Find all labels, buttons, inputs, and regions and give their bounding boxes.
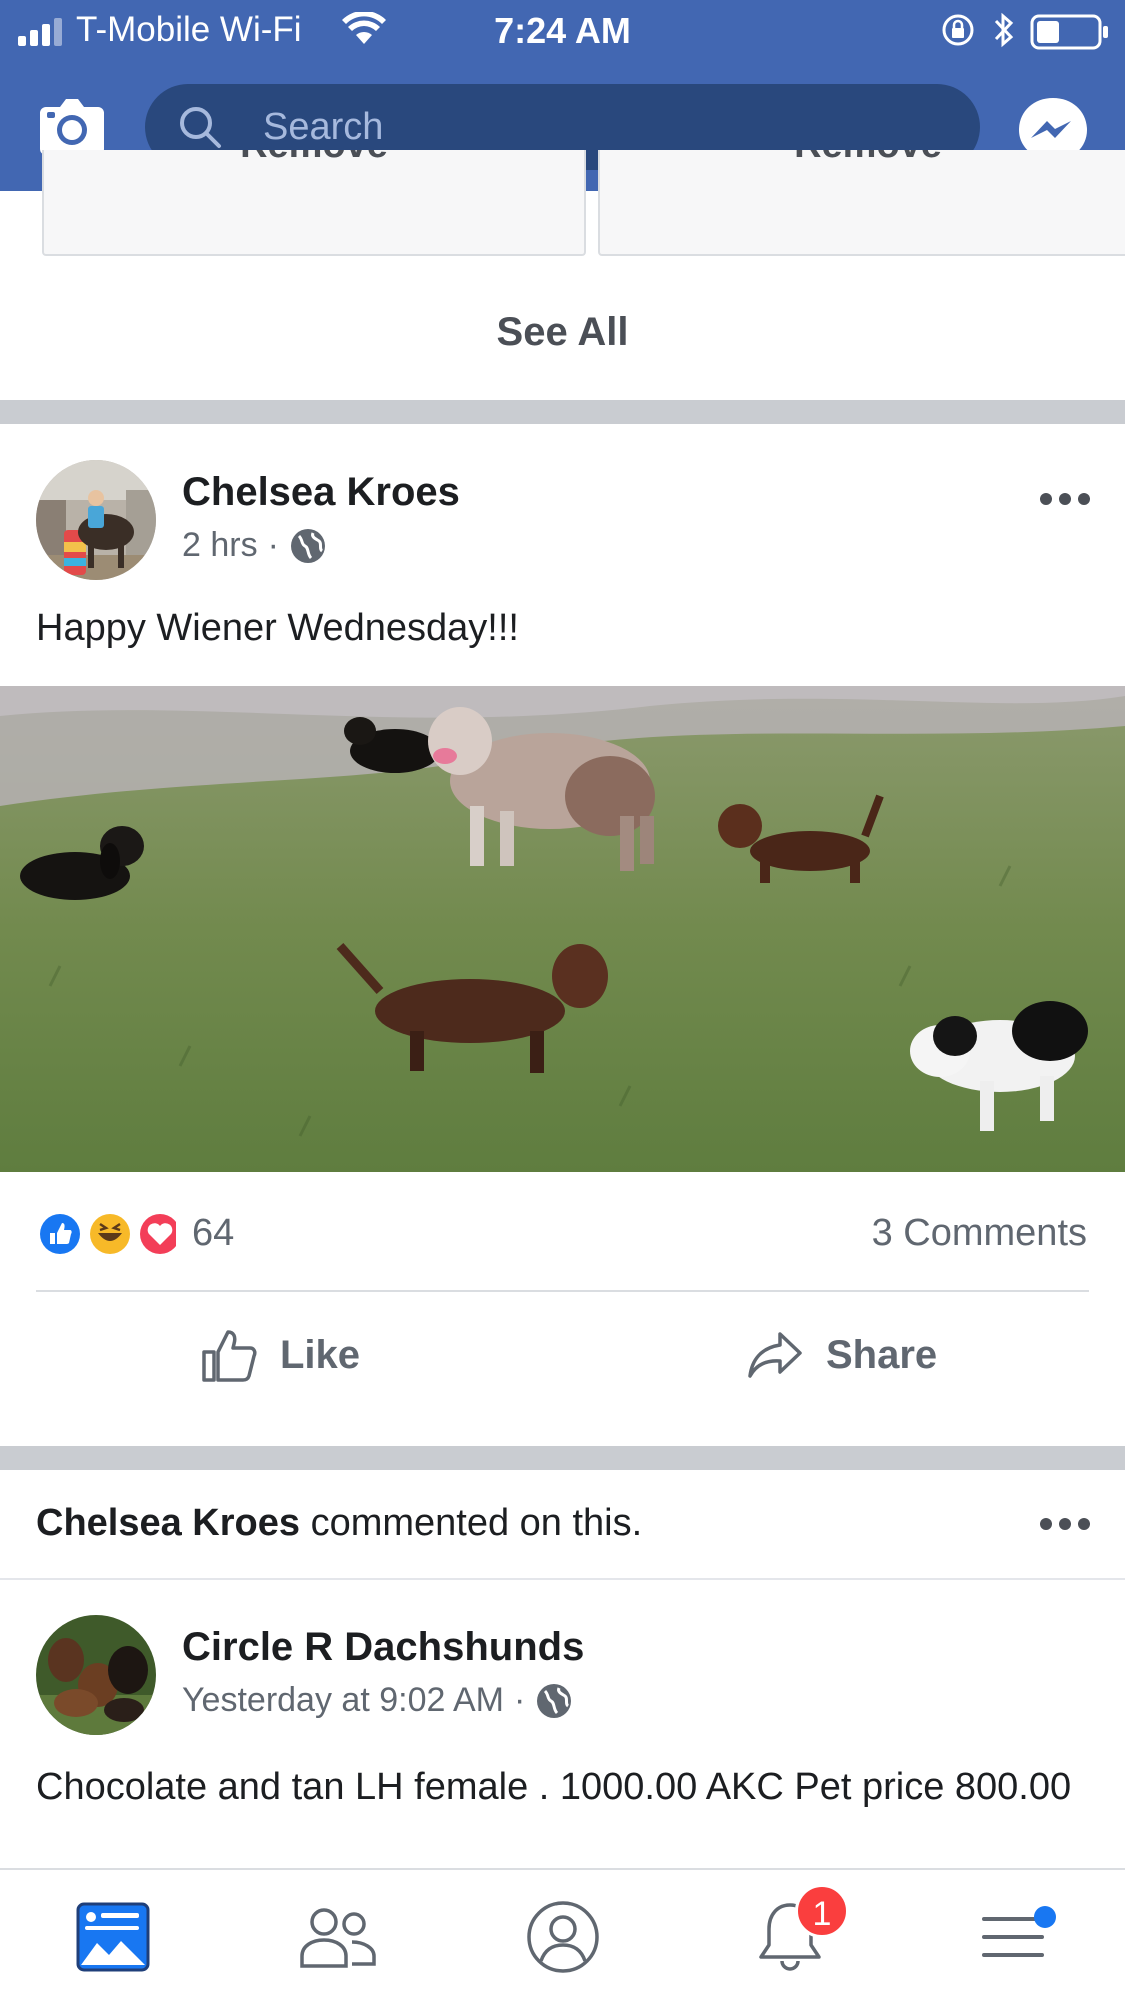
- bottom-tab-bar: 1: [0, 1868, 1125, 2001]
- more-options-icon[interactable]: [1040, 1518, 1090, 1530]
- globe-icon: [537, 1683, 572, 1718]
- rotation-lock-icon: [942, 14, 974, 46]
- post-text: Happy Wiener Wednesday!!!: [36, 607, 519, 649]
- post-timestamp[interactable]: 2 hrs: [182, 526, 258, 565]
- post-text: Chocolate and tan LH female . 1000.00 AK…: [36, 1766, 1072, 1808]
- remove-button[interactable]: Remove: [44, 150, 584, 167]
- post-meta: Yesterday at 9:02 AM ·: [182, 1681, 573, 1720]
- post-author-name[interactable]: Chelsea Kroes: [182, 470, 460, 515]
- friends-icon: [300, 1908, 376, 1968]
- see-all-button[interactable]: See All: [0, 310, 1125, 355]
- profile-icon: [527, 1901, 599, 1973]
- reaction-icons[interactable]: [36, 1209, 183, 1259]
- meta-separator: ·: [513, 1681, 526, 1719]
- tab-news-feed[interactable]: [68, 1892, 158, 1982]
- meta-separator: ·: [267, 526, 279, 564]
- activity-actor[interactable]: Chelsea Kroes: [36, 1502, 300, 1544]
- like-button[interactable]: Like: [200, 1320, 360, 1390]
- search-icon: [180, 107, 221, 148]
- status-bar: T-Mobile Wi-Fi 7:24 AM: [0, 0, 1125, 62]
- bluetooth-icon: [994, 12, 1014, 48]
- feed-divider: [0, 1446, 1125, 1470]
- post-meta: 2 hrs ·: [182, 526, 327, 565]
- tab-friends[interactable]: [293, 1892, 383, 1982]
- share-arrow-icon: [748, 1332, 802, 1378]
- actions-divider: [36, 1290, 1089, 1292]
- remove-button[interactable]: Remove: [600, 150, 1125, 167]
- feed-divider: [0, 400, 1125, 424]
- notification-badge: 1: [795, 1884, 849, 1938]
- more-options-icon[interactable]: [1040, 493, 1090, 505]
- avatar[interactable]: [36, 460, 156, 580]
- activity-text: commented on this.: [300, 1502, 643, 1544]
- activity-divider: [0, 1578, 1125, 1580]
- battery-icon: [1030, 14, 1108, 50]
- share-button[interactable]: Share: [746, 1320, 937, 1390]
- activity-header: Chelsea Kroes commented on this.: [36, 1502, 642, 1545]
- suggestion-card: Remove: [42, 150, 586, 256]
- reaction-count[interactable]: 64: [192, 1212, 234, 1255]
- menu-notification-dot: [1034, 1906, 1056, 1928]
- tab-profile[interactable]: [518, 1892, 608, 1982]
- camera-button[interactable]: [38, 95, 106, 157]
- avatar[interactable]: [36, 1615, 156, 1735]
- post-timestamp[interactable]: Yesterday at 9:02 AM: [182, 1681, 504, 1720]
- post-author-name[interactable]: Circle R Dachshunds: [182, 1625, 584, 1670]
- suggestion-card: Remove: [598, 150, 1125, 256]
- news-feed-icon: [76, 1902, 150, 1972]
- share-label: Share: [826, 1332, 938, 1377]
- like-label: Like: [280, 1332, 361, 1377]
- post-photo[interactable]: [0, 686, 1125, 1172]
- thumbs-up-icon: [202, 1330, 257, 1382]
- facebook-feed-screen: T-Mobile Wi-Fi 7:24 AM Search See All Ch…: [0, 0, 1125, 2001]
- globe-icon: [290, 528, 325, 563]
- comments-count[interactable]: 3 Comments: [872, 1212, 1087, 1255]
